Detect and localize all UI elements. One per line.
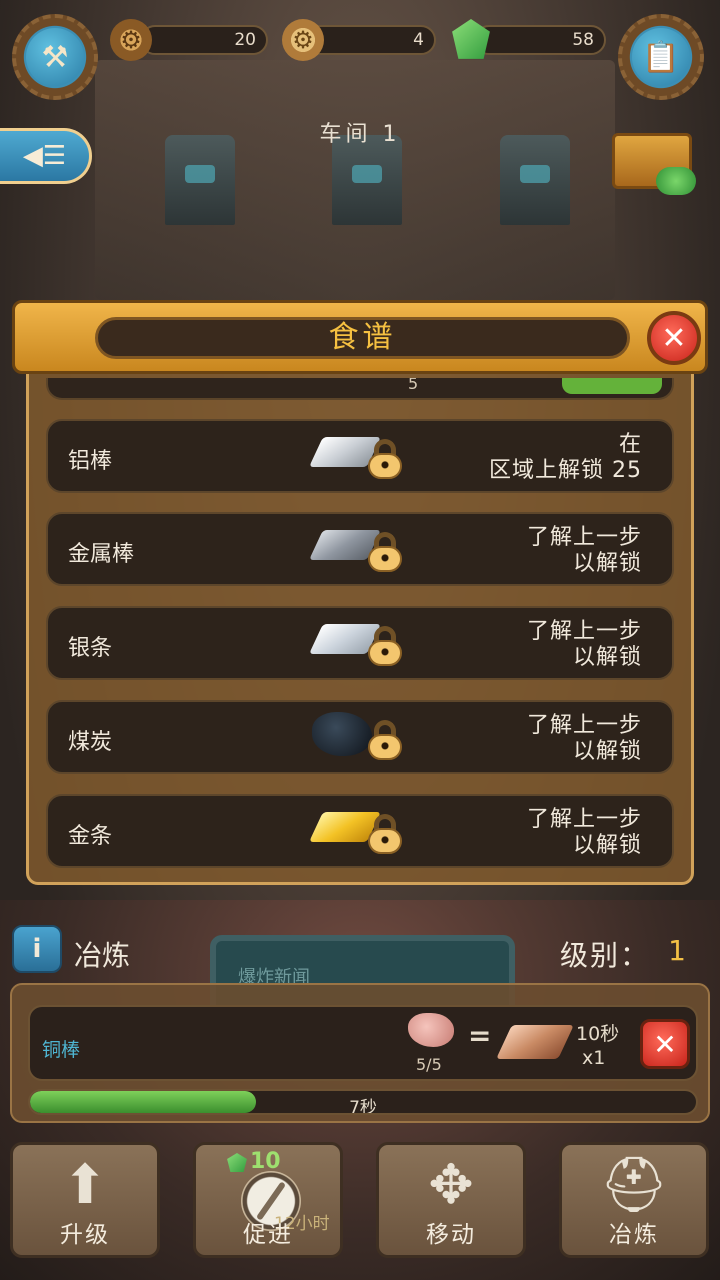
boost-cost: 10 xyxy=(250,1149,281,1174)
close-icon: ✕ xyxy=(653,1027,677,1061)
smelt-button[interactable]: ⛑ 冶炼 xyxy=(559,1142,709,1258)
treasure-chest-button[interactable] xyxy=(612,125,696,195)
info-icon: i xyxy=(32,934,42,964)
unlock-requirement: 了解上一步 以解锁 xyxy=(526,619,642,670)
progress-label: 7秒 xyxy=(349,1098,377,1115)
recipe-row-partial: 5 xyxy=(46,378,674,400)
coal-icon xyxy=(312,712,372,756)
machine xyxy=(500,135,570,225)
section-title: 冶炼 xyxy=(74,939,131,972)
gem-pile-icon xyxy=(656,167,696,195)
coin-gear-icon: ⚙ xyxy=(282,19,324,61)
machine xyxy=(165,135,235,225)
upgrade-button[interactable]: ⬆ 升级 xyxy=(10,1142,160,1258)
tasks-button[interactable]: 📋 xyxy=(618,14,704,100)
toolbox-icon: ⚒ xyxy=(26,28,84,86)
close-icon: ✕ xyxy=(661,320,687,356)
lock-icon xyxy=(368,532,402,572)
input-count: 5/5 xyxy=(416,1055,442,1074)
recipe-row-gold-bar[interactable]: 金条 了解上一步 以解锁 xyxy=(46,794,674,868)
move-label: 移动 xyxy=(426,1222,476,1248)
output-quantity: x1 xyxy=(582,1047,606,1069)
recipe-dialog-title: 食谱 xyxy=(95,317,630,359)
unlock-requirement: 在 区域上解锁 25 xyxy=(489,432,642,483)
recipe-row-coal[interactable]: 煤炭 了解上一步 以解锁 xyxy=(46,700,674,774)
gem-icon xyxy=(227,1153,247,1172)
recipe-row-metal-bar[interactable]: 金属棒 了解上一步 以解锁 xyxy=(46,512,674,586)
smelt-label: 冶炼 xyxy=(609,1222,659,1248)
machine xyxy=(332,135,402,225)
coins-counter: 4 xyxy=(306,25,436,55)
move-button[interactable]: ✥ 移动 xyxy=(376,1142,526,1258)
boost-button[interactable]: 10 12小时 促进 xyxy=(193,1142,343,1258)
upgrade-label: 升级 xyxy=(60,1222,110,1248)
copper-bar-icon xyxy=(496,1025,574,1059)
recipe-name: 金属棒 xyxy=(68,542,135,567)
lock-icon xyxy=(368,439,402,479)
recipe-name: 煤炭 xyxy=(68,730,113,755)
recipe-name: 金条 xyxy=(68,824,113,849)
upgrade-arrow-icon: ⬆ xyxy=(62,1153,108,1216)
recipe-row-aluminum-bar[interactable]: 铝棒 在 区域上解锁 25 xyxy=(46,419,674,493)
gems-counter: 58 xyxy=(474,25,606,55)
equals-sign: = xyxy=(468,1019,492,1052)
job-name: 铜棒 xyxy=(42,1039,81,1061)
smelting-panel: 铜棒 5/5 = 10秒 x1 ✕ 7秒 xyxy=(10,983,710,1123)
gems-value: 58 xyxy=(572,30,594,50)
toolbox-button[interactable]: ⚒ xyxy=(12,14,98,100)
close-button[interactable]: ✕ xyxy=(647,311,701,365)
gear-icon: ⚙ xyxy=(110,19,152,61)
cancel-job-button[interactable]: ✕ xyxy=(640,1019,690,1069)
job-duration: 10秒 xyxy=(576,1023,620,1045)
lock-icon xyxy=(368,626,402,666)
gears-value: 20 xyxy=(234,30,256,50)
lock-icon xyxy=(368,814,402,854)
boost-label: 促进 xyxy=(243,1222,293,1248)
recipe-name: 铝棒 xyxy=(68,449,113,474)
clipboard-icon: 📋 xyxy=(632,28,690,86)
unlock-requirement: 了解上一步 以解锁 xyxy=(526,525,642,576)
info-button[interactable]: i xyxy=(12,925,62,973)
partial-row-value: 5 xyxy=(408,378,419,393)
smelting-progress-bar: 7秒 xyxy=(28,1089,698,1115)
smelting-job-row: 铜棒 5/5 = 10秒 x1 ✕ xyxy=(28,1005,698,1081)
welding-mask-icon: ⛑ xyxy=(599,1153,669,1216)
recipe-row-silver-bar[interactable]: 银条 了解上一步 以解锁 xyxy=(46,606,674,680)
lock-icon xyxy=(368,720,402,760)
coins-value: 4 xyxy=(413,30,424,50)
partial-row-button[interactable] xyxy=(562,378,662,394)
recipe-name: 银条 xyxy=(68,636,113,661)
menu-back-button[interactable]: ◀☰ xyxy=(0,128,92,184)
level-label: 级别： xyxy=(559,939,650,972)
level-value: 1 xyxy=(668,934,686,967)
back-arrow-icon: ◀☰ xyxy=(22,141,67,171)
gears-counter: 20 xyxy=(140,25,268,55)
recipe-dialog-header: 食谱 ✕ xyxy=(12,300,708,374)
unlock-requirement: 了解上一步 以解锁 xyxy=(526,713,642,764)
copper-ore-icon xyxy=(408,1013,454,1047)
unlock-requirement: 了解上一步 以解锁 xyxy=(526,807,642,858)
move-arrows-icon: ✥ xyxy=(428,1153,474,1216)
